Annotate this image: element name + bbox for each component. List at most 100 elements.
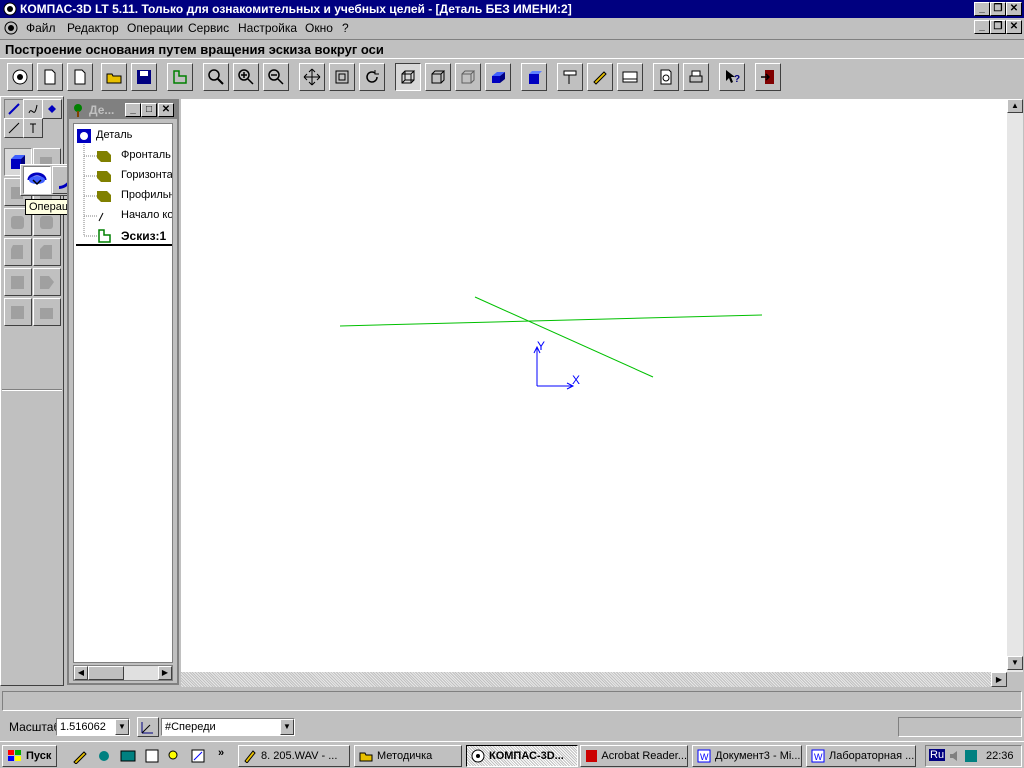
curves-tab-icon[interactable] — [23, 99, 43, 119]
horizontal-scrollbar[interactable] — [181, 672, 1007, 687]
wireframe-view-icon[interactable] — [395, 63, 421, 91]
new-sheet-icon[interactable] — [67, 63, 93, 91]
tool-12-icon[interactable] — [33, 298, 61, 326]
menu-help[interactable]: ? — [342, 21, 349, 35]
task-label: Методичка — [377, 750, 433, 762]
tree-item-horizontal-plane[interactable]: Горизонта — [121, 169, 172, 181]
task-word-doc3[interactable]: W Документ3 - Mi... — [692, 745, 802, 767]
zoom-out-icon[interactable] — [263, 63, 289, 91]
quicklaunch-calendar-icon[interactable] — [144, 748, 160, 764]
print-preview-icon[interactable] — [653, 63, 679, 91]
view-combo[interactable]: #Спереди ▼ — [161, 718, 295, 736]
svg-text:W: W — [814, 752, 823, 762]
show-all-icon[interactable] — [329, 63, 355, 91]
zoom-icon[interactable] — [203, 63, 229, 91]
tree-item-profile-plane[interactable]: Профильн — [121, 189, 172, 201]
scale-dropdown-button[interactable]: ▼ — [115, 719, 129, 735]
taskbar: Пуск » 8. 205.WAV - ... Методичка КОМПАС… — [0, 741, 1024, 768]
scroll-up-button[interactable]: ▲ — [1007, 99, 1023, 113]
line-tab-icon[interactable] — [4, 118, 24, 138]
menu-window[interactable]: Окно — [305, 21, 333, 35]
sketch-line-diagonal — [474, 296, 654, 378]
tree-hscrollbar[interactable]: ◀ ▶ — [73, 665, 173, 681]
tool-10-icon[interactable] — [33, 268, 61, 296]
doc-minimize-button[interactable]: _ — [974, 20, 990, 34]
close-button[interactable]: ✕ — [1006, 2, 1022, 16]
sketch-icon[interactable] — [167, 63, 193, 91]
view-dropdown-button[interactable]: ▼ — [280, 719, 294, 735]
orientation-button[interactable] — [137, 717, 159, 737]
context-help-icon[interactable]: ? — [719, 63, 745, 91]
menu-settings[interactable]: Настройка — [238, 21, 297, 35]
quicklaunch-search-icon[interactable] — [166, 748, 182, 764]
tool-7-icon[interactable] — [4, 238, 32, 266]
tree-item-origin[interactable]: Начало ко — [121, 209, 172, 221]
measure-icon[interactable] — [557, 63, 583, 91]
task-kompas[interactable]: КОМПАС-3D... — [466, 745, 578, 767]
quicklaunch-desktop-icon[interactable] — [120, 748, 136, 764]
volume-icon[interactable] — [948, 749, 962, 763]
tree-minimize-button[interactable]: _ — [125, 103, 141, 117]
wav-icon — [244, 750, 256, 763]
tree-item-part[interactable]: Деталь — [96, 129, 132, 141]
canvas-scroll-right-button[interactable]: ▶ — [991, 672, 1007, 687]
save-icon[interactable] — [131, 63, 157, 91]
scale-combo[interactable]: 1.516062 ▼ — [56, 718, 130, 736]
tool-8-icon[interactable] — [33, 238, 61, 266]
pan-icon[interactable] — [299, 63, 325, 91]
task-folder[interactable]: Методичка — [354, 745, 462, 767]
doc-close-button[interactable]: ✕ — [1006, 20, 1022, 34]
quicklaunch-edit-icon[interactable] — [190, 748, 206, 764]
tree-item-sketch[interactable]: Эскиз:1 — [121, 229, 166, 243]
language-indicator[interactable]: Ru — [929, 749, 946, 761]
task-acrobat[interactable]: Acrobat Reader... — [580, 745, 688, 767]
edit-tab-icon[interactable] — [42, 99, 62, 119]
origin-icon — [98, 212, 104, 222]
document-menu-icon[interactable] — [4, 21, 18, 35]
model-tree-panel: Де... _ □ ✕ Деталь Фронталь Горизонта Пр… — [67, 99, 179, 685]
task-word-lab[interactable]: W Лабораторная ... — [806, 745, 916, 767]
scroll-down-button[interactable]: ▼ — [1007, 656, 1023, 670]
thin-lines-icon[interactable] — [455, 63, 481, 91]
quicklaunch-satellite-icon[interactable] — [96, 748, 112, 764]
geometry-tab-icon[interactable] — [4, 99, 24, 119]
tree-item-frontal-plane[interactable]: Фронталь — [121, 149, 171, 161]
menu-service[interactable]: Сервис — [188, 21, 229, 35]
task-wav[interactable]: 8. 205.WAV - ... — [238, 745, 350, 767]
menu-editor[interactable]: Редактор — [67, 21, 119, 35]
revolve-operation-icon[interactable] — [23, 166, 51, 194]
vertical-scrollbar[interactable]: ▲ ▼ — [1007, 99, 1023, 672]
shaded-view-icon[interactable] — [485, 63, 511, 91]
exit-icon[interactable] — [755, 63, 781, 91]
restore-button[interactable]: ❐ — [990, 2, 1006, 16]
mass-properties-icon[interactable] — [587, 63, 613, 91]
properties-icon[interactable] — [617, 63, 643, 91]
doc-restore-button[interactable]: ❐ — [990, 20, 1006, 34]
tool-9-icon[interactable] — [4, 268, 32, 296]
start-button[interactable]: Пуск — [2, 745, 57, 767]
tree-close-button[interactable]: ✕ — [158, 103, 174, 117]
minimize-button[interactable]: _ — [974, 2, 990, 16]
drawing-canvas[interactable]: Y X — [181, 99, 1007, 672]
scroll-right-button[interactable]: ▶ — [158, 666, 172, 680]
perspective-icon[interactable] — [521, 63, 547, 91]
print-icon[interactable] — [683, 63, 709, 91]
panel-divider — [2, 389, 62, 391]
task-label: Acrobat Reader... — [601, 750, 687, 762]
tree-maximize-button[interactable]: □ — [141, 103, 157, 117]
open-folder-icon[interactable] — [101, 63, 127, 91]
dimension-tab-icon[interactable] — [23, 118, 43, 138]
menu-operations[interactable]: Операции — [127, 21, 183, 35]
menu-file[interactable]: Файл — [26, 21, 56, 35]
quicklaunch-more-icon[interactable]: » — [218, 747, 224, 759]
scroll-thumb[interactable] — [88, 666, 124, 680]
new-document-icon[interactable] — [37, 63, 63, 91]
zoom-in-icon[interactable] — [233, 63, 259, 91]
rotate-icon[interactable] — [359, 63, 385, 91]
tray-app-icon[interactable] — [964, 749, 978, 763]
tool-11-icon[interactable] — [4, 298, 32, 326]
scroll-left-button[interactable]: ◀ — [74, 666, 88, 680]
kompas-icon[interactable] — [7, 63, 33, 91]
quicklaunch-pen-icon[interactable] — [72, 748, 88, 764]
hidden-lines-icon[interactable] — [425, 63, 451, 91]
